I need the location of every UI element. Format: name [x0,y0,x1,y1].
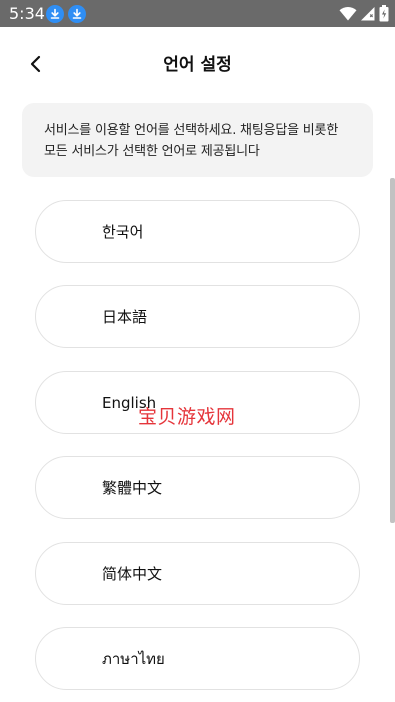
watermark: 宝贝游戏网 [138,406,236,428]
language-option[interactable]: ภาษาไทย [35,627,360,690]
language-option[interactable]: 简体中文 [35,542,360,605]
info-text: 서비스를 이용할 언어를 선택하세요. 채팅응답을 비롯한 모든 서비스가 선택… [44,123,339,159]
battery-icon [379,5,389,22]
page-title: 언어 설정 [163,55,232,75]
info-box: 서비스를 이용할 언어를 선택하세요. 채팅응답을 비롯한 모든 서비스가 선택… [22,103,373,177]
language-option[interactable]: 繁體中文 [35,456,360,519]
language-label: 日本語 [102,308,148,326]
status-bar: 5:34 [0,0,395,27]
scrollbar-thumb[interactable] [390,178,395,523]
system-status-icons [339,4,389,23]
language-settings-screen: 5:34 언어 설정 서비스를 이용할 언어를 선택하세요. 채팅응답을 비롯한… [0,0,395,702]
status-time: 5:34 [9,4,45,23]
language-label: 简体中文 [102,565,163,583]
language-label: ภาษาไทย [102,650,165,668]
cellular-signal-icon [361,7,375,21]
language-label: 繁體中文 [102,479,163,497]
wifi-icon [339,7,357,21]
language-option[interactable]: 한국어 [35,200,360,263]
download-icon [46,5,64,23]
language-option[interactable]: 日本語 [35,285,360,348]
download-icon [68,5,86,23]
language-label: 한국어 [102,223,144,241]
